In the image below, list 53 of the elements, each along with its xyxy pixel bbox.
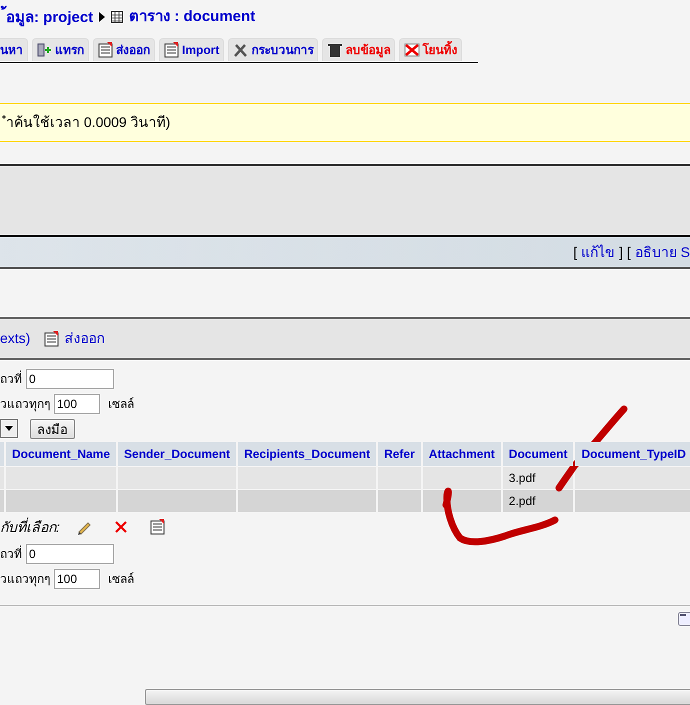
query-link[interactable]: ส่งออก: [44, 328, 104, 349]
table-cell: [378, 467, 421, 489]
export-icon: [44, 330, 60, 346]
start-row-label: ถวที่: [0, 544, 22, 562]
bracket-text: ] [: [619, 242, 631, 262]
column-header[interactable]: Document_TypeID: [575, 442, 690, 466]
table-cell: [378, 490, 421, 512]
column-header[interactable]: Recipients_Document: [238, 442, 376, 466]
column-header[interactable]: Document: [502, 442, 574, 466]
column-header[interactable]: Refer: [378, 442, 421, 466]
horizontal-scrollbar[interactable]: [145, 689, 690, 705]
window-icon: [678, 612, 690, 626]
sql-link[interactable]: อธิบาย S: [634, 242, 690, 262]
breadcrumb-database[interactable]: ้อมูล: project: [2, 2, 94, 32]
caret-icon: [5, 426, 13, 431]
with-selected-label: กับที่เลือก:: [0, 516, 60, 536]
start-row-field[interactable]: 0: [26, 368, 114, 388]
dropdown[interactable]: [0, 419, 18, 438]
breadcrumb-table[interactable]: ตาราง : document: [129, 6, 256, 28]
go-button[interactable]: ลงมือ: [30, 418, 75, 438]
import-icon: [164, 42, 180, 58]
delete-icon: [114, 520, 128, 534]
export-icon: [98, 42, 114, 58]
cells-label: เซลล์: [108, 396, 134, 412]
repeat-label: วแถวทุกๆ: [0, 396, 50, 412]
column-header[interactable]: Sender_Document: [118, 442, 236, 466]
tab[interactable]: โยนทิ้ง: [399, 38, 462, 61]
triangle-icon: [99, 12, 106, 22]
bracket-text: [: [573, 242, 578, 262]
sql-link[interactable]: แก้ไข: [581, 242, 616, 262]
cells-label: เซลล์: [108, 570, 134, 588]
insert-icon: [37, 42, 53, 58]
repeat-field[interactable]: 100: [54, 394, 100, 414]
notice-message: ำค้นใช้เวลา 0.0009 วินาที): [0, 103, 690, 142]
tab[interactable]: ส่งออก: [93, 38, 155, 61]
tab[interactable]: นหา: [0, 38, 28, 61]
trash-icon: [327, 42, 344, 58]
tab[interactable]: กระบวนการ: [228, 38, 318, 61]
tab[interactable]: แทรก: [32, 38, 89, 61]
table-cell: 2.pdf: [502, 490, 574, 512]
tab[interactable]: Import: [159, 38, 224, 61]
repeat-label: วแถวทุกๆ: [0, 570, 50, 588]
column-header[interactable]: Attachment: [422, 442, 501, 466]
tab[interactable]: ลบข้อมูล: [322, 38, 396, 61]
export-icon: [150, 519, 166, 535]
table-icon: [111, 11, 124, 23]
column-header[interactable]: Document_Name: [6, 442, 116, 466]
repeat-field[interactable]: 100: [54, 568, 100, 588]
delete-table-icon: [404, 42, 420, 58]
query-link[interactable]: exts): [0, 328, 30, 349]
tools-icon: [233, 42, 250, 58]
start-row-label: ถวที่: [0, 370, 22, 388]
start-row-field[interactable]: 0: [26, 544, 114, 564]
